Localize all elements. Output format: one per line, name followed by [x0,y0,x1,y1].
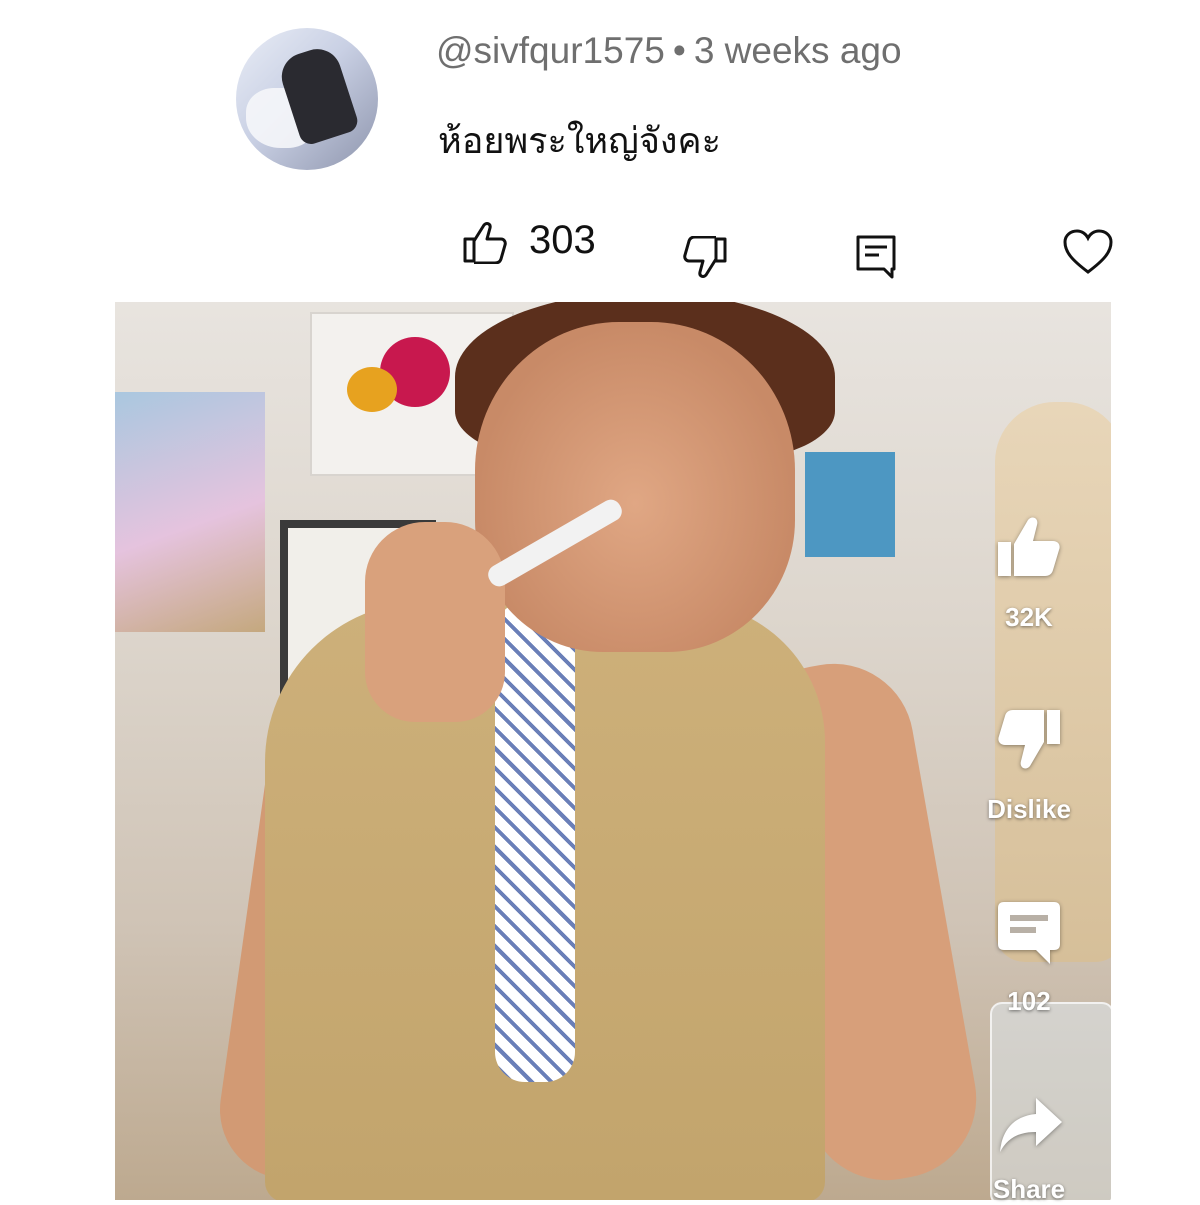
mannequin-shape [995,402,1111,962]
short-like-count: 32K [1005,602,1053,632]
hand-shape [365,522,505,722]
comment-text: ห้อยพระใหญ่จังคะ [438,121,721,162]
thumbs-up-icon[interactable] [996,516,1062,578]
comments-icon[interactable] [996,900,1062,966]
thumbs-down-icon[interactable] [996,708,1062,770]
wall-painting [115,392,265,632]
scarf-shape [495,602,575,1082]
comment-meta: @sivfqur1575 • 3 weeks ago [436,30,902,72]
thumbs-down-icon[interactable] [682,236,728,280]
comment-like-count: 303 [529,218,596,262]
heart-icon[interactable] [1062,228,1114,276]
thumbs-up-icon[interactable] [462,220,508,264]
reply-icon[interactable] [855,234,897,280]
meta-separator: • [672,30,686,71]
painting-blob [347,367,397,412]
short-share-label: Share [992,1174,1066,1204]
comment-time: 3 weeks ago [693,30,902,71]
comment-username[interactable]: @sivfqur1575 [436,30,665,71]
commenter-avatar[interactable] [236,28,378,170]
wall-painting [805,452,895,557]
short-comment-count: 102 [1007,986,1051,1016]
short-dislike-label: Dislike [987,794,1071,824]
share-icon[interactable] [998,1096,1064,1156]
face-shape [475,322,795,652]
video-player[interactable] [115,302,1111,1200]
